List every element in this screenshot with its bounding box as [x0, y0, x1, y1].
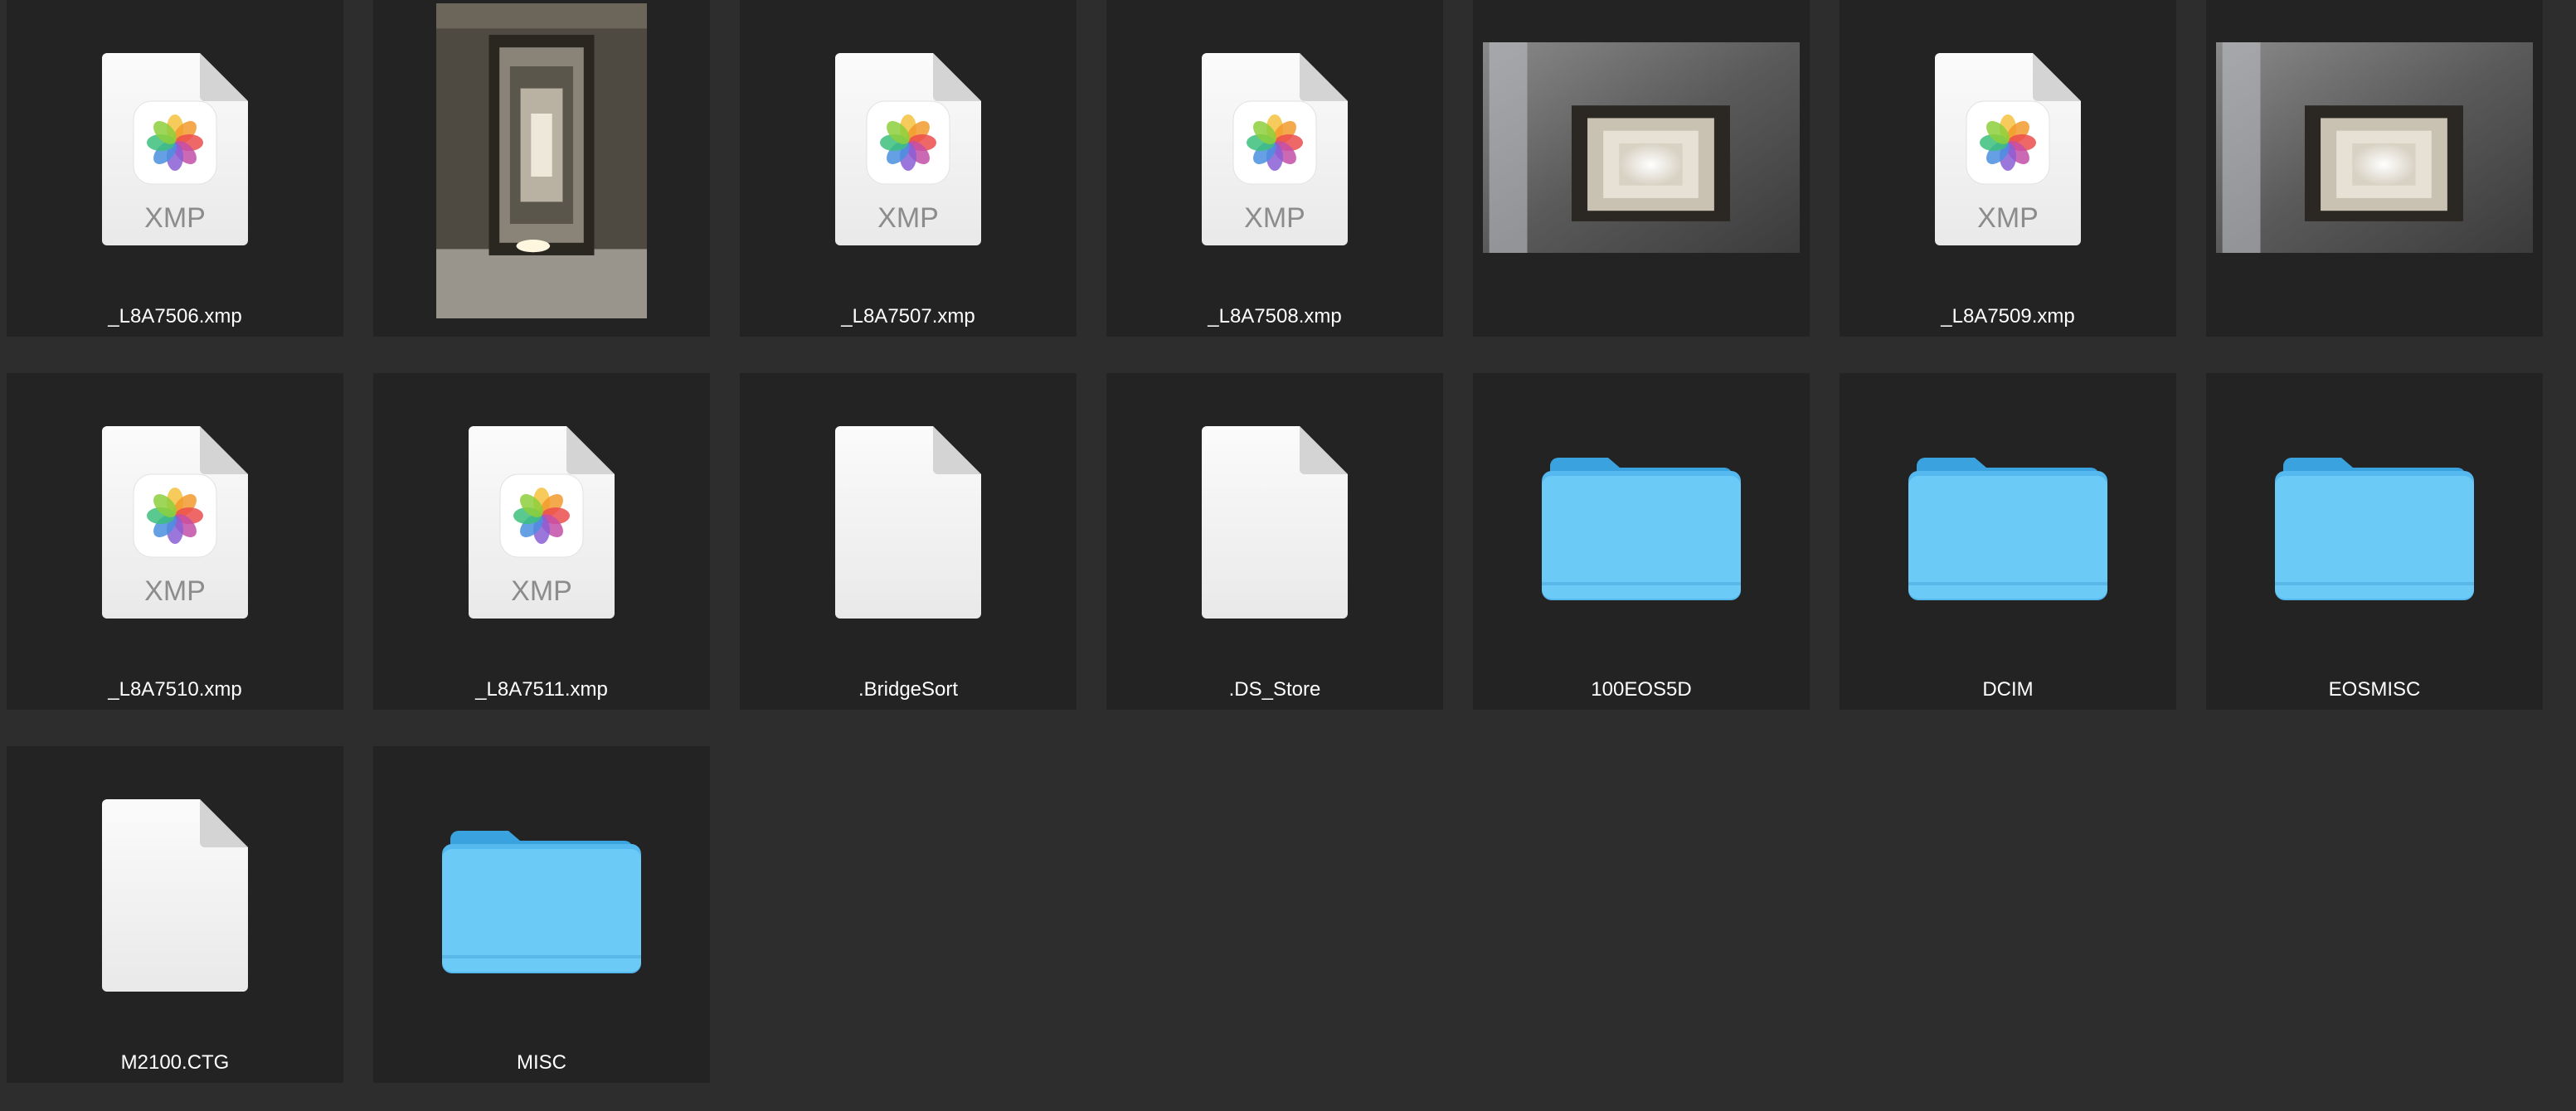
photos-xmp-icon[interactable]: XMP	[7, 0, 343, 315]
file-item[interactable]: XMP _L8A7506.xmp	[7, 0, 343, 337]
file-type-badge: XMP	[1244, 202, 1305, 234]
photos-xmp-icon[interactable]: XMP	[373, 373, 710, 688]
folder-icon[interactable]	[1473, 373, 1810, 688]
file-item[interactable]: .BridgeSort	[740, 373, 1077, 710]
file-name-label: _L8A7511.xmp	[475, 678, 608, 701]
folder-item[interactable]: DCIM	[1840, 373, 2176, 710]
file-name-label: _L8A7509.xmp	[1941, 305, 2075, 327]
photos-xmp-icon[interactable]: XMP	[7, 373, 343, 688]
folder-icon[interactable]	[1840, 373, 2176, 688]
file-name-label: _L8A7507.xmp	[841, 305, 975, 327]
stairwell-photo-thumbnail[interactable]	[1473, 0, 1810, 315]
file-type-badge: XMP	[511, 575, 572, 607]
file-name-label: _L8A7510.xmp	[108, 678, 242, 701]
file-item[interactable]: XMP _L8A7508.xmp	[1106, 0, 1443, 337]
photos-xmp-icon[interactable]: XMP	[1106, 0, 1443, 315]
file-name-label: M2100.CTG	[120, 1051, 230, 1074]
file-name-label: 100EOS5D	[1591, 678, 1692, 701]
blank-document-icon[interactable]	[7, 746, 343, 1061]
file-item[interactable]	[2206, 0, 2543, 337]
file-name-label: .BridgeSort	[858, 678, 959, 701]
file-name-label: EOSMISC	[2328, 678, 2421, 701]
file-name-label: _L8A7508.xmp	[1208, 305, 1342, 327]
folder-item[interactable]: EOSMISC	[2206, 373, 2543, 710]
blank-document-icon[interactable]	[740, 373, 1077, 688]
folder-item[interactable]: MISC	[373, 746, 710, 1083]
file-type-badge: XMP	[1977, 202, 2039, 234]
file-item[interactable]	[1473, 0, 1810, 337]
file-name-label: _L8A7506.xmp	[108, 305, 242, 327]
file-type-badge: XMP	[877, 202, 939, 234]
photos-xmp-icon[interactable]: XMP	[740, 0, 1077, 315]
file-name-label: .DS_Store	[1228, 678, 1321, 701]
file-item[interactable]: XMP _L8A7507.xmp	[740, 0, 1077, 337]
file-item[interactable]: XMP _L8A7511.xmp	[373, 373, 710, 710]
file-type-badge: XMP	[144, 575, 206, 607]
file-item[interactable]: .DS_Store	[1106, 373, 1443, 710]
photos-xmp-icon[interactable]: XMP	[1840, 0, 2176, 315]
stairwell-photo-thumbnail[interactable]	[373, 0, 710, 318]
file-name-label: DCIM	[1982, 678, 2034, 701]
folder-icon[interactable]	[373, 746, 710, 1061]
file-item[interactable]: M2100.CTG	[7, 746, 343, 1083]
stairwell-photo-thumbnail[interactable]	[2206, 0, 2543, 315]
file-type-badge: XMP	[144, 202, 206, 234]
folder-icon[interactable]	[2206, 373, 2543, 688]
file-item[interactable]: XMP _L8A7509.xmp	[1840, 0, 2176, 337]
file-name-label: MISC	[517, 1051, 566, 1074]
folder-item[interactable]: 100EOS5D	[1473, 373, 1810, 710]
file-item[interactable]: XMP _L8A7510.xmp	[7, 373, 343, 710]
file-item[interactable]	[373, 0, 710, 337]
blank-document-icon[interactable]	[1106, 373, 1443, 688]
file-icon-grid: XMP _L8A7506.xmp XMP _L8A7507.xmp XMP _L…	[7, 0, 2543, 1083]
